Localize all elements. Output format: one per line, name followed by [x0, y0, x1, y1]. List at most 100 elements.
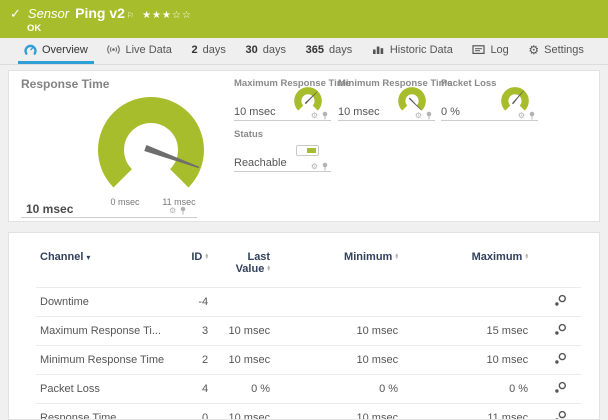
panel-actions: ⚙	[169, 206, 187, 215]
table-row-downtime[interactable]: Downtime -4	[36, 287, 582, 317]
mini-value: 10 msec	[234, 106, 276, 118]
divider	[338, 120, 435, 121]
pin-icon[interactable]	[321, 111, 329, 120]
channel-settings-icon[interactable]	[554, 323, 567, 336]
channel-name[interactable]: Downtime	[36, 287, 169, 317]
table-header-row: Channel ▾ ID ▴ ▾ Last Value ▴ ▾ Minimum ▴ ▾ Max…	[36, 245, 581, 288]
table-row-minimum-response-time[interactable]: Minimum Response Time 2 10 msec 10 msec …	[36, 345, 582, 375]
tab-historic-data[interactable]: Historic Data	[366, 38, 459, 64]
tab-bar: Overview Live Data 2 days 30 days 365 da…	[0, 38, 608, 65]
sort-icon: ▴ ▾	[395, 251, 399, 262]
bar-chart-icon	[372, 46, 384, 54]
divider	[234, 120, 331, 121]
panel-actions: ⚙	[311, 111, 329, 120]
gear-icon[interactable]: ⚙	[311, 162, 318, 171]
panel-actions: ⚙	[518, 111, 536, 120]
priority-stars[interactable]: ★★★☆☆	[142, 10, 192, 21]
tab-30-days[interactable]: 30 days	[240, 38, 293, 64]
gear-icon[interactable]: ⚙	[169, 206, 176, 215]
channel-settings-icon[interactable]	[554, 410, 567, 420]
pin-icon[interactable]	[179, 206, 187, 215]
prtg-sensor-page: ✓ Sensor Ping v2 ⚐ ★★★☆☆ OK Overview Liv…	[0, 0, 608, 420]
sensor-header: ✓ Sensor Ping v2 ⚐ ★★★☆☆ OK	[0, 0, 608, 38]
tab-label: Overview	[42, 43, 88, 56]
tab-label: days	[329, 43, 353, 56]
last-value	[212, 287, 275, 317]
last-value: 10 msec	[212, 316, 275, 346]
sort-icon: ▴ ▾	[205, 251, 209, 262]
panel-actions: ⚙	[311, 162, 329, 171]
mini-panel-maximum-response-time: Maximum Response Time 10 msec ⚙	[234, 78, 351, 128]
channel-name[interactable]: Response Time	[36, 403, 169, 419]
flag-icon[interactable]: ⚐	[127, 11, 134, 20]
status-indicator	[296, 145, 319, 156]
sensor-title: Ping v2	[75, 5, 125, 21]
column-header-settings	[532, 245, 581, 288]
table-row-maximum-response-time[interactable]: Maximum Response Ti... 3 10 msec 10 msec…	[36, 316, 582, 346]
minimum-value: 10 msec	[274, 345, 403, 375]
gear-icon[interactable]: ⚙	[518, 111, 525, 120]
column-header-channel[interactable]: Channel ▾	[36, 245, 168, 288]
pin-icon[interactable]	[528, 111, 536, 120]
tab-label: days	[202, 43, 226, 56]
table-row-packet-loss[interactable]: Packet Loss 4 0 % 0 % 0 %	[36, 374, 582, 404]
channel-settings-icon[interactable]	[554, 352, 567, 365]
tab-2-days[interactable]: 2 days	[186, 38, 232, 64]
settings-gear-icon: ⚙	[528, 42, 540, 57]
gear-icon[interactable]: ⚙	[311, 111, 318, 120]
channel-name[interactable]: Maximum Response Ti...	[36, 316, 169, 346]
mini-panel-minimum-response-time: Minimum Response Time 10 msec ⚙	[338, 78, 452, 128]
ok-check-icon: ✓	[10, 6, 21, 21]
gear-icon[interactable]: ⚙	[415, 111, 422, 120]
last-value: 10 msec	[212, 345, 275, 375]
channel-settings-icon[interactable]	[554, 294, 567, 307]
tab-365-days[interactable]: 365 days	[300, 38, 359, 64]
tab-label: Historic Data	[389, 43, 453, 56]
status-indicator-knob	[307, 148, 316, 153]
sensor-kind-label: Sensor	[27, 6, 70, 21]
response-time-gauge	[98, 97, 204, 188]
response-time-value: 10 msec	[26, 202, 74, 216]
channel-id: -4	[168, 287, 213, 317]
pin-icon[interactable]	[321, 162, 329, 171]
channel-table-panel: Channel ▾ ID ▴ ▾ Last Value ▴ ▾ Minimum ▴ ▾ Max…	[8, 232, 600, 420]
pin-icon[interactable]	[425, 111, 433, 120]
sort-icon: ▴ ▾	[525, 251, 529, 262]
channel-table: Channel ▾ ID ▴ ▾ Last Value ▴ ▾ Minimum ▴ ▾ Max…	[36, 245, 582, 420]
column-header-maximum[interactable]: Maximum ▴ ▾	[402, 245, 532, 288]
sort-icon: ▴ ▾	[267, 263, 271, 274]
column-header-last-value[interactable]: Last Value ▴ ▾	[212, 245, 274, 288]
minimum-value	[274, 287, 403, 317]
tab-label: days	[262, 43, 287, 56]
tab-live-data[interactable]: Live Data	[101, 38, 177, 64]
divider	[21, 217, 197, 218]
maximum-value: 0 %	[402, 374, 533, 404]
last-value: 10 msec	[212, 403, 275, 419]
column-header-minimum[interactable]: Minimum ▴ ▾	[274, 245, 402, 288]
channel-name[interactable]: Packet Loss	[36, 374, 169, 404]
overview-panel: Response Time 0 msec 11 msec 10 msec ⚙ M…	[8, 70, 600, 222]
log-icon	[472, 45, 486, 54]
tab-number: 365	[305, 43, 324, 56]
sensor-status-badge: OK	[27, 23, 42, 34]
minimum-value: 10 msec	[274, 316, 403, 346]
tab-number: 2	[191, 43, 198, 56]
maximum-value: 10 msec	[402, 345, 533, 375]
divider	[234, 171, 331, 172]
tab-label: Log	[490, 43, 509, 56]
table-row-response-time[interactable]: Response Time 0 10 msec 10 msec 11 msec	[36, 403, 582, 420]
column-header-id[interactable]: ID ▴ ▾	[168, 245, 212, 288]
tab-settings[interactable]: ⚙ Settings	[522, 38, 590, 64]
maximum-value: 11 msec	[402, 403, 533, 419]
last-value: 0 %	[212, 374, 275, 404]
tab-overview[interactable]: Overview	[18, 38, 94, 64]
tab-number: 30	[245, 43, 258, 56]
tab-log[interactable]: Log	[466, 38, 514, 64]
gauge-icon	[24, 44, 37, 55]
channel-name[interactable]: Minimum Response Time	[36, 345, 169, 375]
channel-settings-icon[interactable]	[554, 381, 567, 394]
mini-value: Reachable	[234, 157, 287, 169]
tab-label: Settings	[544, 43, 584, 56]
panel-actions: ⚙	[415, 111, 433, 120]
mini-panel-status: Status Reachable ⚙	[234, 129, 331, 179]
